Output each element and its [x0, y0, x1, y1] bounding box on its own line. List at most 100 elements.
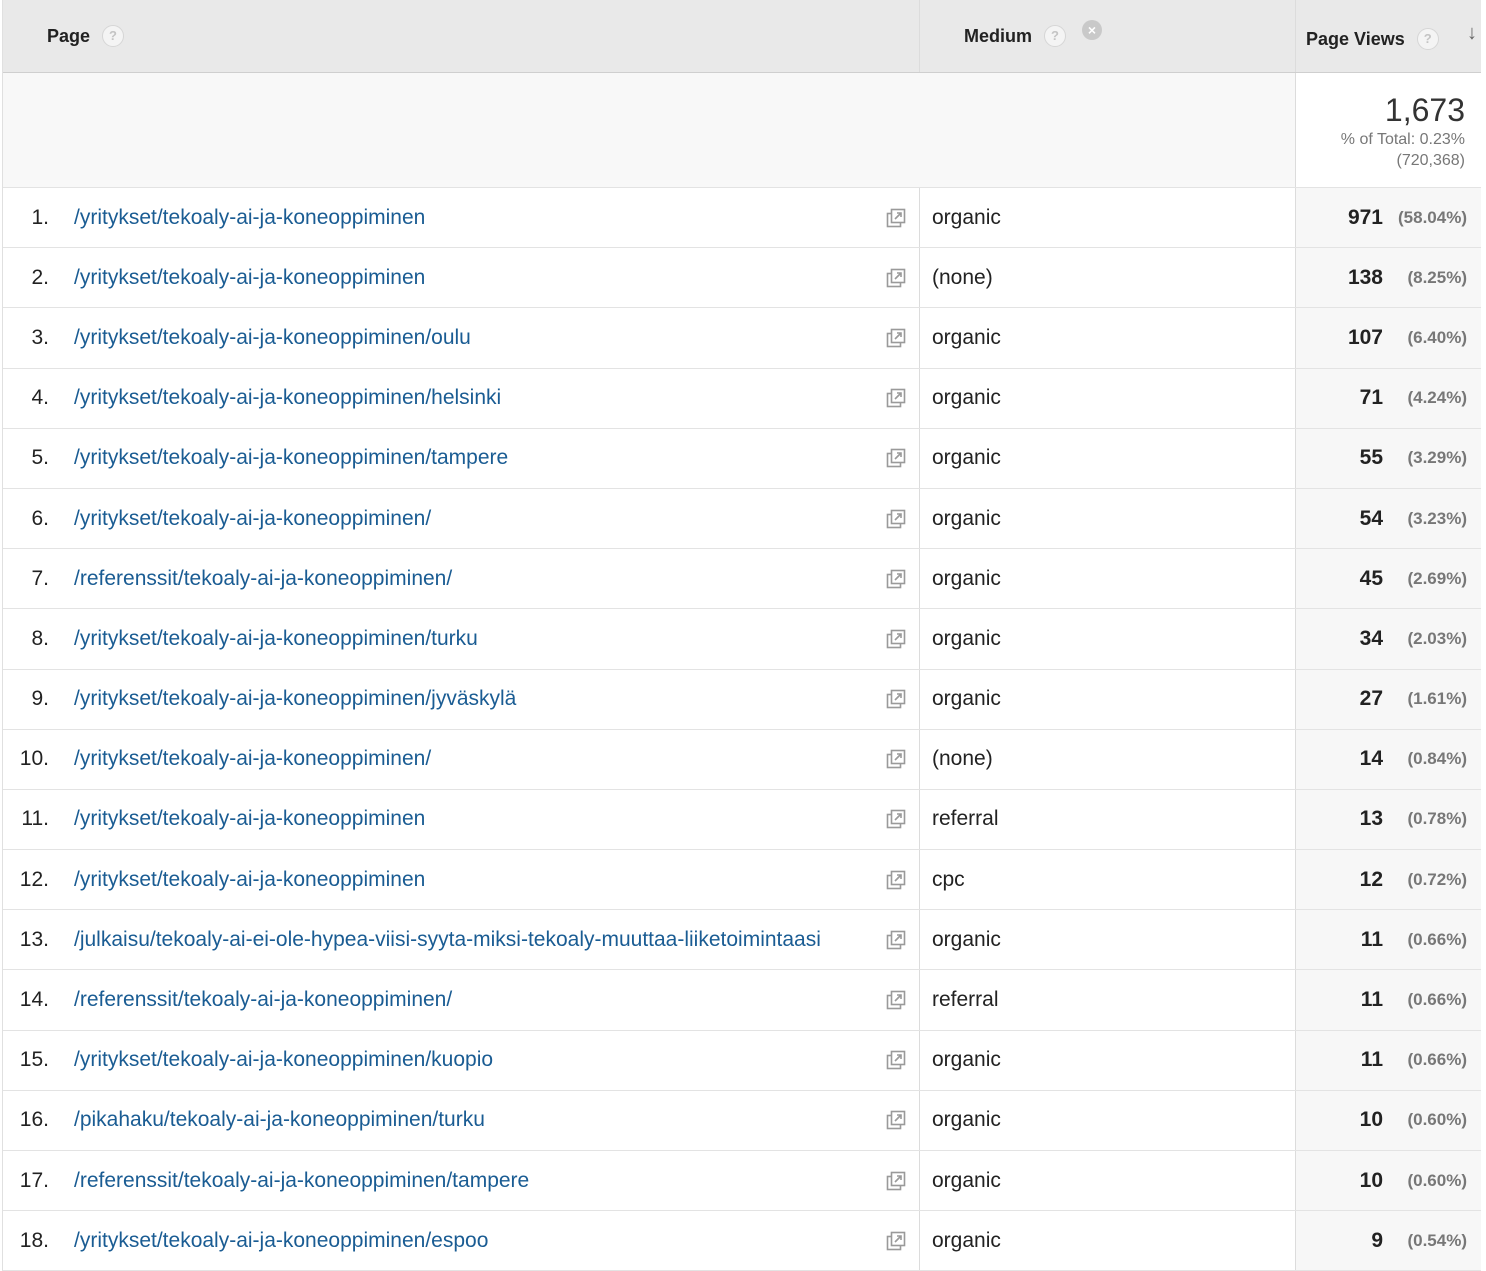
pageviews-value: 12: [1359, 867, 1383, 891]
page-link[interactable]: /yritykset/tekoaly-ai-ja-koneoppiminen/: [74, 747, 431, 771]
external-link-icon[interactable]: [885, 1230, 907, 1252]
pageviews-percent: (8.25%): [1407, 267, 1467, 287]
table-row: 12. /yritykset/tekoaly-ai-ja-koneoppimin…: [3, 850, 1481, 911]
table-row: 8. /yritykset/tekoaly-ai-ja-koneoppimine…: [3, 609, 1481, 670]
page-link[interactable]: /yritykset/tekoaly-ai-ja-koneoppiminen: [74, 868, 425, 892]
external-link-icon[interactable]: [885, 207, 907, 229]
row-index: 2.: [31, 265, 49, 289]
external-link-icon[interactable]: [885, 1170, 907, 1192]
pageviews-percent: (1.61%): [1407, 689, 1467, 709]
page-link[interactable]: /referenssit/tekoaly-ai-ja-koneoppiminen…: [74, 567, 452, 591]
remove-dimension-icon[interactable]: ×: [1082, 20, 1102, 40]
page-link[interactable]: /yritykset/tekoaly-ai-ja-koneoppiminen/h…: [74, 386, 501, 410]
external-link-icon[interactable]: [885, 1109, 907, 1131]
pageviews-cell: 11 (0.66%): [1295, 1030, 1481, 1090]
pageviews-cell: 11 (0.66%): [1295, 970, 1481, 1030]
pageviews-cell: 10 (0.60%): [1295, 1151, 1481, 1211]
external-link-icon[interactable]: [885, 808, 907, 830]
page-cell: 9. /yritykset/tekoaly-ai-ja-koneoppimine…: [3, 670, 919, 729]
pageviews-value: 55: [1359, 446, 1383, 470]
page-link[interactable]: /yritykset/tekoaly-ai-ja-koneoppiminen/o…: [74, 326, 471, 350]
table-row: 4. /yritykset/tekoaly-ai-ja-koneoppimine…: [3, 368, 1481, 429]
page-column-header[interactable]: Page ?: [3, 0, 919, 72]
table-row: 16. /pikahaku/tekoaly-ai-ja-koneoppimine…: [3, 1090, 1481, 1151]
pageviews-column-header[interactable]: Page Views ? ↓: [1295, 0, 1481, 72]
pageviews-percent: (58.04%): [1398, 207, 1467, 227]
pageviews-value: 107: [1347, 325, 1383, 349]
table-row: 9. /yritykset/tekoaly-ai-ja-koneoppimine…: [3, 669, 1481, 730]
page-link[interactable]: /yritykset/tekoaly-ai-ja-koneoppiminen/e…: [74, 1229, 488, 1253]
external-link-icon[interactable]: [885, 508, 907, 530]
medium-cell: organic: [919, 188, 1295, 248]
page-cell: 17. /referenssit/tekoaly-ai-ja-koneoppim…: [3, 1151, 919, 1210]
medium-column-header[interactable]: Medium ? ×: [919, 0, 1295, 72]
row-index: 6.: [31, 506, 49, 530]
pageviews-value: 14: [1359, 747, 1383, 771]
page-link[interactable]: /yritykset/tekoaly-ai-ja-koneoppiminen/j…: [74, 687, 516, 711]
pageviews-percent: (6.40%): [1407, 327, 1467, 347]
table-row: 5. /yritykset/tekoaly-ai-ja-koneoppimine…: [3, 428, 1481, 489]
external-link-icon[interactable]: [885, 387, 907, 409]
page-cell: 14. /referenssit/tekoaly-ai-ja-koneoppim…: [3, 970, 919, 1029]
table-body: 1. /yritykset/tekoaly-ai-ja-koneoppimine…: [3, 188, 1481, 1271]
page-link[interactable]: /yritykset/tekoaly-ai-ja-koneoppiminen: [74, 206, 425, 230]
totals-empty-cell: [919, 73, 1295, 187]
medium-cell: organic: [919, 1030, 1295, 1090]
page-link[interactable]: /yritykset/tekoaly-ai-ja-koneoppiminen/k…: [74, 1048, 493, 1072]
pageviews-value: 10: [1359, 1108, 1383, 1132]
page-cell: 6. /yritykset/tekoaly-ai-ja-koneoppimine…: [3, 489, 919, 548]
row-index: 5.: [31, 446, 49, 470]
medium-cell: referral: [919, 789, 1295, 850]
medium-cell: cpc: [919, 850, 1295, 910]
page-cell: 8. /yritykset/tekoaly-ai-ja-koneoppimine…: [3, 609, 919, 668]
table-row: 6. /yritykset/tekoaly-ai-ja-koneoppimine…: [3, 488, 1481, 550]
medium-cell: organic: [919, 549, 1295, 609]
external-link-icon[interactable]: [885, 989, 907, 1011]
external-link-icon[interactable]: [885, 869, 907, 891]
external-link-icon[interactable]: [885, 267, 907, 289]
page-link[interactable]: /yritykset/tekoaly-ai-ja-koneoppiminen/: [74, 507, 431, 531]
page-link[interactable]: /yritykset/tekoaly-ai-ja-koneoppiminen/t…: [74, 627, 478, 651]
external-link-icon[interactable]: [885, 447, 907, 469]
external-link-icon[interactable]: [885, 628, 907, 650]
medium-cell: organic: [919, 428, 1295, 488]
external-link-icon[interactable]: [885, 568, 907, 590]
pageviews-percent: (0.84%): [1407, 749, 1467, 769]
page-cell: 10. /yritykset/tekoaly-ai-ja-koneoppimin…: [3, 730, 919, 789]
pageviews-cell: 27 (1.61%): [1295, 669, 1481, 729]
page-cell: 4. /yritykset/tekoaly-ai-ja-koneoppimine…: [3, 369, 919, 428]
page-help-icon[interactable]: ?: [102, 25, 125, 47]
pageviews-cell: 13 (0.78%): [1295, 789, 1481, 850]
table-row: 3. /yritykset/tekoaly-ai-ja-koneoppimine…: [3, 308, 1481, 369]
medium-help-icon[interactable]: ?: [1044, 25, 1067, 47]
external-link-icon[interactable]: [885, 688, 907, 710]
external-link-icon[interactable]: [885, 929, 907, 951]
sort-descending-icon[interactable]: ↓: [1467, 22, 1477, 45]
page-link[interactable]: /referenssit/tekoaly-ai-ja-koneoppiminen…: [74, 988, 452, 1012]
page-cell: 13. /julkaisu/tekoaly-ai-ei-ole-hypea-vi…: [3, 910, 919, 969]
row-index: 16.: [19, 1108, 49, 1132]
medium-cell: referral: [919, 970, 1295, 1030]
pageviews-cell: 54 (3.23%): [1295, 488, 1481, 549]
medium-cell: organic: [919, 669, 1295, 729]
page-link[interactable]: /yritykset/tekoaly-ai-ja-koneoppiminen/t…: [74, 446, 508, 470]
page-link[interactable]: /pikahaku/tekoaly-ai-ja-koneoppiminen/tu…: [74, 1108, 485, 1132]
total-pageviews: 1,673: [1384, 92, 1465, 128]
page-link[interactable]: /yritykset/tekoaly-ai-ja-koneoppiminen: [74, 807, 425, 831]
row-index: 9.: [31, 687, 49, 711]
page-link[interactable]: /referenssit/tekoaly-ai-ja-koneoppiminen…: [74, 1169, 529, 1193]
external-link-icon[interactable]: [885, 1049, 907, 1071]
row-index: 8.: [31, 626, 49, 650]
page-cell: 3. /yritykset/tekoaly-ai-ja-koneoppimine…: [3, 308, 919, 367]
pageviews-value: 9: [1371, 1228, 1383, 1252]
pageviews-cell: 10 (0.60%): [1295, 1090, 1481, 1150]
pageviews-help-icon[interactable]: ?: [1416, 28, 1439, 50]
page-link[interactable]: /yritykset/tekoaly-ai-ja-koneoppiminen: [74, 266, 425, 290]
medium-cell: organic: [919, 1211, 1295, 1271]
page-cell: 7. /referenssit/tekoaly-ai-ja-koneoppimi…: [3, 549, 919, 608]
totals-empty-cell: [3, 73, 919, 187]
page-link[interactable]: /julkaisu/tekoaly-ai-ei-ole-hypea-viisi-…: [74, 928, 821, 952]
external-link-icon[interactable]: [885, 327, 907, 349]
external-link-icon[interactable]: [885, 748, 907, 770]
row-index: 15.: [19, 1048, 49, 1072]
